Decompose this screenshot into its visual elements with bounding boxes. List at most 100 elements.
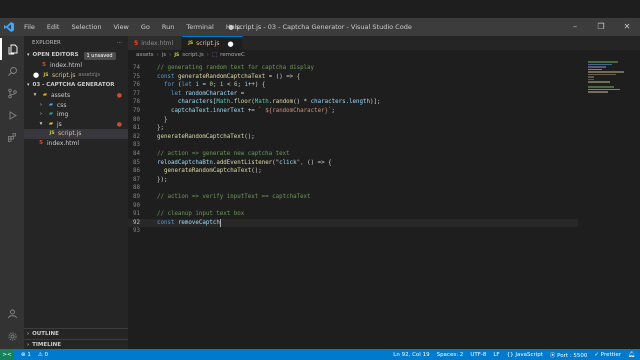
menu-view[interactable]: View xyxy=(107,18,134,36)
code-text[interactable]: const removeCaptch xyxy=(150,219,220,228)
code-text[interactable]: }; xyxy=(150,124,164,133)
code-line[interactable]: 85 reloadCaptchaBtn.addEventListener("cl… xyxy=(128,159,578,168)
notifications-bell-icon[interactable]: 🔔︎ xyxy=(628,352,635,358)
breadcrumb-item[interactable]: js xyxy=(162,50,166,61)
minimap[interactable] xyxy=(588,61,632,101)
warnings-count[interactable]: ⚠ 0 xyxy=(38,352,48,358)
tab-index-html[interactable]: 5 index.html xyxy=(128,36,183,50)
html-file-icon: 5 xyxy=(42,62,46,68)
line-number: 84 xyxy=(133,150,140,157)
menu-run[interactable]: Run xyxy=(156,18,180,36)
code-line[interactable]: 82 generateRandomCaptchaText(); xyxy=(128,133,578,142)
code-line[interactable]: 90 xyxy=(128,202,578,211)
chevron-right-icon: › xyxy=(169,52,172,58)
code-line[interactable]: 87 }); xyxy=(128,176,578,185)
unsaved-dot-icon[interactable]: ● xyxy=(32,71,40,81)
code-line[interactable]: 75 const generateRandomCaptchaText = () … xyxy=(128,73,578,82)
open-editors-header[interactable]: ▾ OPEN EDITORS 1 unsaved xyxy=(24,50,128,61)
source-control-icon[interactable] xyxy=(0,82,24,104)
search-icon[interactable] xyxy=(0,60,24,82)
code-line[interactable]: 77 let randomCharacter = xyxy=(128,90,578,99)
code-line[interactable]: 74 // generating random text for captcha… xyxy=(128,64,578,73)
line-number: 82 xyxy=(133,133,140,140)
open-editor-script-js[interactable]: ● JS script.js assets\js xyxy=(24,71,128,81)
menu-file[interactable]: File xyxy=(18,18,41,36)
outline-header[interactable]: › OUTLINE xyxy=(24,328,128,339)
extensions-icon[interactable] xyxy=(0,126,24,148)
tree-item-css[interactable]: › ▰ css xyxy=(24,101,128,111)
menu-terminal[interactable]: Terminal xyxy=(180,18,219,36)
menu-selection[interactable]: Selection xyxy=(65,18,107,36)
breadcrumb-item[interactable]: script.js xyxy=(182,50,203,61)
code-line[interactable]: 80 } xyxy=(128,116,578,125)
code-line[interactable]: 76 for (let i = 0; i < 6; i++) { xyxy=(128,81,578,90)
remote-indicator-icon[interactable]: >< xyxy=(0,349,14,360)
project-folder-header[interactable]: ▾ 03 - CAPTCHA GENERATOR xyxy=(24,80,128,91)
unsaved-dot-icon[interactable]: ● xyxy=(228,40,234,48)
line-number: 77 xyxy=(133,90,140,97)
encoding[interactable]: UTF-8 xyxy=(470,352,486,358)
code-line[interactable]: 83 xyxy=(128,141,578,150)
breadcrumb-item[interactable]: assets xyxy=(136,50,154,61)
code-text[interactable]: generateRandomCaptchaText(); xyxy=(150,167,262,176)
line-number: 83 xyxy=(133,142,140,149)
code-text[interactable]: // generating random text for captcha di… xyxy=(150,64,314,73)
line-number: 88 xyxy=(133,185,140,192)
tree-item-assets[interactable]: ▾ ▰ assets ● xyxy=(24,91,128,101)
code-text[interactable]: for (let i = 0; i < 6; i++) { xyxy=(150,81,265,90)
close-button[interactable]: ✕ xyxy=(614,18,640,36)
code-line[interactable]: 84 // action => generate new captcha tex… xyxy=(128,150,578,159)
code-line[interactable]: 91 // cleanup input text box xyxy=(128,210,578,219)
code-line[interactable]: 88 xyxy=(128,184,578,193)
code-text[interactable]: const generateRandomCaptchaText = () => … xyxy=(150,73,300,82)
code-text[interactable]: reloadCaptchaBtn.addEventListener("click… xyxy=(150,159,332,168)
code-text[interactable]: // action => verify inputText == captcha… xyxy=(150,193,311,202)
code-text[interactable]: // cleanup input text box xyxy=(150,210,244,219)
menu-edit[interactable]: Edit xyxy=(41,18,66,36)
code-text[interactable]: let randomCharacter = xyxy=(150,90,244,99)
tree-item-index-html[interactable]: 5 index.html xyxy=(24,139,128,149)
run-debug-icon[interactable] xyxy=(0,104,24,126)
code-text[interactable]: // action => generate new captcha text xyxy=(150,150,290,159)
code-text[interactable]: characters[Math.floor(Math.random() * ch… xyxy=(150,98,381,107)
open-editor-index-html[interactable]: 5 index.html xyxy=(24,61,128,71)
code-text[interactable]: generateRandomCaptchaText(); xyxy=(150,133,255,142)
code-line[interactable]: 78 characters[Math.floor(Math.random() *… xyxy=(128,98,578,107)
tab-script-js[interactable]: JS script.js ● xyxy=(182,36,243,50)
tree-item-img[interactable]: › ▰ img xyxy=(24,110,128,120)
settings-gear-icon[interactable] xyxy=(0,325,24,347)
cursor-position[interactable]: Ln 92, Col 19 xyxy=(393,352,429,358)
prettier-status[interactable]: ✓ Prettier xyxy=(594,352,621,358)
live-server-port[interactable]: ⦿ Port : 5500 xyxy=(550,351,588,359)
tree-item-label: css xyxy=(57,101,67,109)
code-line[interactable]: 79 captchaText.innerText += ` ${randomCh… xyxy=(128,107,578,116)
vscode-logo-icon[interactable] xyxy=(0,18,18,36)
minimize-button[interactable]: – xyxy=(562,18,588,36)
more-actions-icon[interactable]: ··· xyxy=(117,36,122,50)
code-line[interactable]: 81 }; xyxy=(128,124,578,133)
files-icon[interactable] xyxy=(0,38,24,60)
menu-go[interactable]: Go xyxy=(135,18,156,36)
code-text[interactable]: captchaText.innerText += ` ${randomChara… xyxy=(150,107,335,116)
code-line[interactable]: 92 const removeCaptch xyxy=(128,218,578,228)
menu-help[interactable]: Help xyxy=(220,18,247,36)
code-line[interactable]: 89 // action => verify inputText == capt… xyxy=(128,193,578,202)
code-editor[interactable]: 74 // generating random text for captcha… xyxy=(128,64,578,236)
breadcrumb: assets › js › JS script.js › ⬚ removeC xyxy=(128,50,640,61)
line-ending[interactable]: LF xyxy=(493,352,499,358)
account-icon[interactable] xyxy=(0,302,24,324)
errors-count[interactable]: ⊗ 1 xyxy=(21,352,31,358)
chevron-down-icon: ▾ xyxy=(27,82,30,88)
maximize-button[interactable]: ❐ xyxy=(588,18,614,36)
code-line[interactable]: 93 xyxy=(128,227,578,236)
line-number: 81 xyxy=(133,125,140,132)
tree-item-script-js[interactable]: JS script.js xyxy=(24,129,128,139)
code-text[interactable]: }); xyxy=(150,176,167,185)
indentation[interactable]: Spaces: 2 xyxy=(437,352,464,358)
language-mode[interactable]: {} JavaScript xyxy=(507,352,543,358)
breadcrumb-item[interactable]: removeC xyxy=(220,50,245,61)
code-line[interactable]: 86 generateRandomCaptchaText(); xyxy=(128,167,578,176)
folder-css-icon: ▰ xyxy=(48,101,54,108)
tree-item-js[interactable]: ▾ ▰ js ● xyxy=(24,120,128,130)
code-text[interactable]: } xyxy=(150,116,168,125)
